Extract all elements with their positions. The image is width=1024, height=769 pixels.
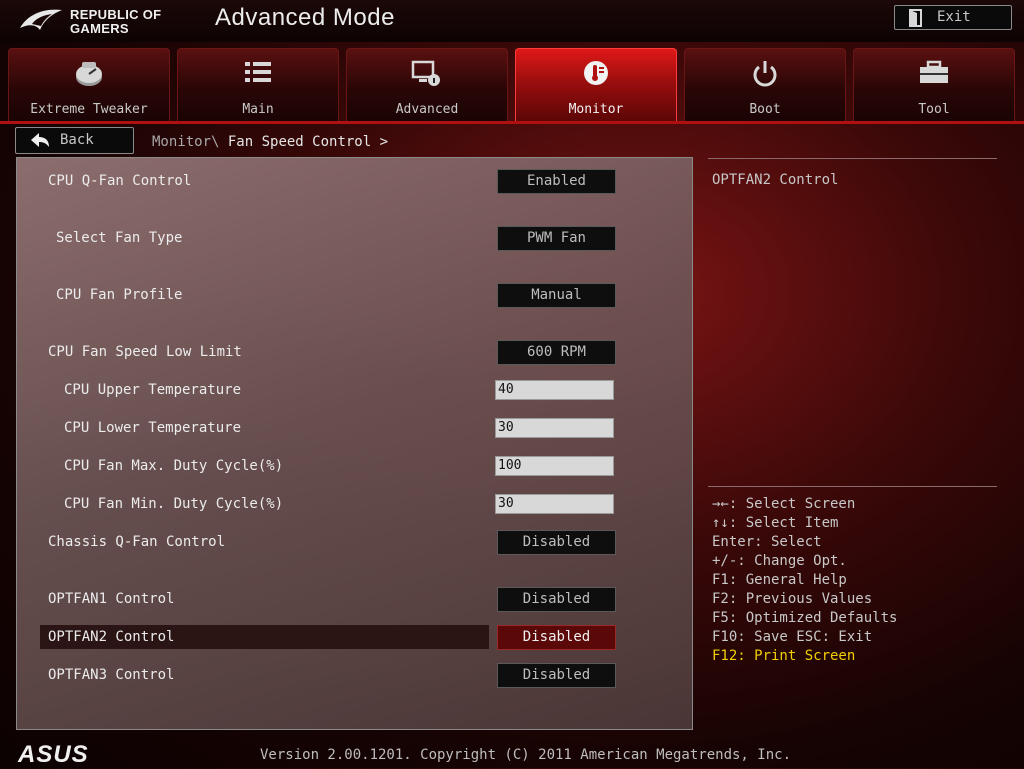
breadcrumb: Monitor\ Fan Speed Control > [152,134,388,150]
tab-label: Tool [918,102,950,117]
exit-button[interactable]: Exit [894,5,1012,30]
back-label: Back [60,132,94,148]
help-divider-top [708,158,997,159]
tab-label: Boot [749,102,781,117]
setting-value-select[interactable]: Enabled [497,169,616,194]
tab-boot[interactable]: Boot [684,48,846,122]
key-hint: +/-: Change Opt. [712,553,847,569]
tab-label: Main [242,102,274,117]
key-hint: F1: General Help [712,572,847,588]
setting-label: CPU Fan Profile [56,287,183,303]
setting-optfan2-control[interactable]: OPTFAN2 Control Disabled [17,625,692,651]
setting-value-select[interactable]: Disabled [497,530,616,555]
tab-label: Advanced [395,102,459,117]
breadcrumb-parent[interactable]: Monitor\ [152,134,219,150]
page-title: Advanced Mode [215,4,395,31]
back-arrow-icon [31,133,49,147]
tab-underline [0,121,1024,124]
tab-main[interactable]: Main [177,48,339,122]
rog-eye-icon [20,9,62,30]
setting-cpu-fan-max-duty-cycle[interactable]: CPU Fan Max. Duty Cycle(%) 100 [17,454,692,480]
setting-number-input[interactable]: 30 [495,494,614,514]
setting-label: CPU Fan Max. Duty Cycle(%) [64,458,284,474]
setting-value-select[interactable]: 600 RPM [497,340,616,365]
setting-cpu-fan-speed-low-limit[interactable]: CPU Fan Speed Low Limit 600 RPM [17,340,692,366]
setting-cpu-q-fan-control[interactable]: CPU Q-Fan Control Enabled [17,169,692,195]
main-tabs: Extreme Tweaker Main Advanced Monitor Bo… [0,48,1024,122]
setting-label: CPU Q-Fan Control [48,173,192,189]
setting-value-select[interactable]: Disabled [497,625,616,650]
setting-number-input[interactable]: 30 [495,418,614,438]
setting-label: Chassis Q-Fan Control [48,534,226,550]
key-hint: Enter: Select [712,534,822,550]
setting-value-select[interactable]: PWM Fan [497,226,616,251]
setting-cpu-upper-temperature[interactable]: CPU Upper Temperature 40 [17,378,692,404]
back-button[interactable]: Back [15,127,134,154]
key-hint: F5: Optimized Defaults [712,610,898,626]
setting-value-select[interactable]: Manual [497,283,616,308]
setting-number-input[interactable]: 100 [495,456,614,476]
version-text: Version 2.00.1201. Copyright (C) 2011 Am… [260,747,792,763]
tab-monitor[interactable]: Monitor [515,48,677,122]
setting-cpu-lower-temperature[interactable]: CPU Lower Temperature 30 [17,416,692,442]
toolbox-icon [854,59,1014,89]
key-hint-print-screen: F12: Print Screen [712,648,856,664]
tab-advanced[interactable]: Advanced [346,48,508,122]
tab-tool[interactable]: Tool [853,48,1015,122]
settings-panel: CPU Q-Fan Control Enabled Select Fan Typ… [16,157,693,730]
logo-text-line2: GAMERS [70,21,129,36]
setting-optfan3-control[interactable]: OPTFAN3 Control Disabled [17,663,692,689]
help-divider-middle [708,486,997,487]
tab-label: Extreme Tweaker [30,102,148,117]
setting-label: OPTFAN1 Control [48,591,175,607]
gauge-icon [9,59,169,89]
tab-extreme-tweaker[interactable]: Extreme Tweaker [8,48,170,122]
asus-logo: ASUS [18,741,89,768]
setting-label: CPU Fan Speed Low Limit [48,344,242,360]
setting-label: Select Fan Type [56,230,183,246]
setting-cpu-fan-min-duty-cycle[interactable]: CPU Fan Min. Duty Cycle(%) 30 [17,492,692,518]
setting-value-select[interactable]: Disabled [497,587,616,612]
list-icon [178,59,338,89]
logo-text-line1: REPUBLIC OF [70,7,162,22]
setting-optfan1-control[interactable]: OPTFAN1 Control Disabled [17,587,692,613]
setting-chassis-q-fan-control[interactable]: Chassis Q-Fan Control Disabled [17,530,692,556]
logo-text: REPUBLIC OF GAMERS [70,8,161,36]
key-hint: ↑↓: Select Item [712,515,839,531]
exit-label: Exit [937,9,971,25]
power-icon [685,59,845,89]
setting-label: CPU Lower Temperature [64,420,242,436]
setting-value-select[interactable]: Disabled [497,663,616,688]
setting-label: CPU Fan Min. Duty Cycle(%) [64,496,284,512]
setting-select-fan-type[interactable]: Select Fan Type PWM Fan [17,226,692,252]
rog-logo: REPUBLIC OF GAMERS [18,4,208,36]
setting-number-input[interactable]: 40 [495,380,614,400]
header-bar: REPUBLIC OF GAMERS Advanced Mode Exit [0,0,1024,42]
exit-door-icon [909,9,922,27]
key-hint: F10: Save ESC: Exit [712,629,873,645]
setting-cpu-fan-profile[interactable]: CPU Fan Profile Manual [17,283,692,309]
key-hint: →←: Select Screen [712,496,856,512]
setting-label: OPTFAN2 Control [48,629,175,645]
settings-icon [347,59,507,89]
key-legend: →←: Select Screen ↑↓: Select Item Enter:… [712,495,897,666]
help-title: OPTFAN2 Control [712,172,839,188]
key-hint: F2: Previous Values [712,591,873,607]
monitor-thermometer-icon [516,59,676,89]
setting-label: OPTFAN3 Control [48,667,175,683]
setting-label: CPU Upper Temperature [64,382,242,398]
tab-label: Monitor [568,102,624,117]
breadcrumb-current: Fan Speed Control > [227,134,389,150]
